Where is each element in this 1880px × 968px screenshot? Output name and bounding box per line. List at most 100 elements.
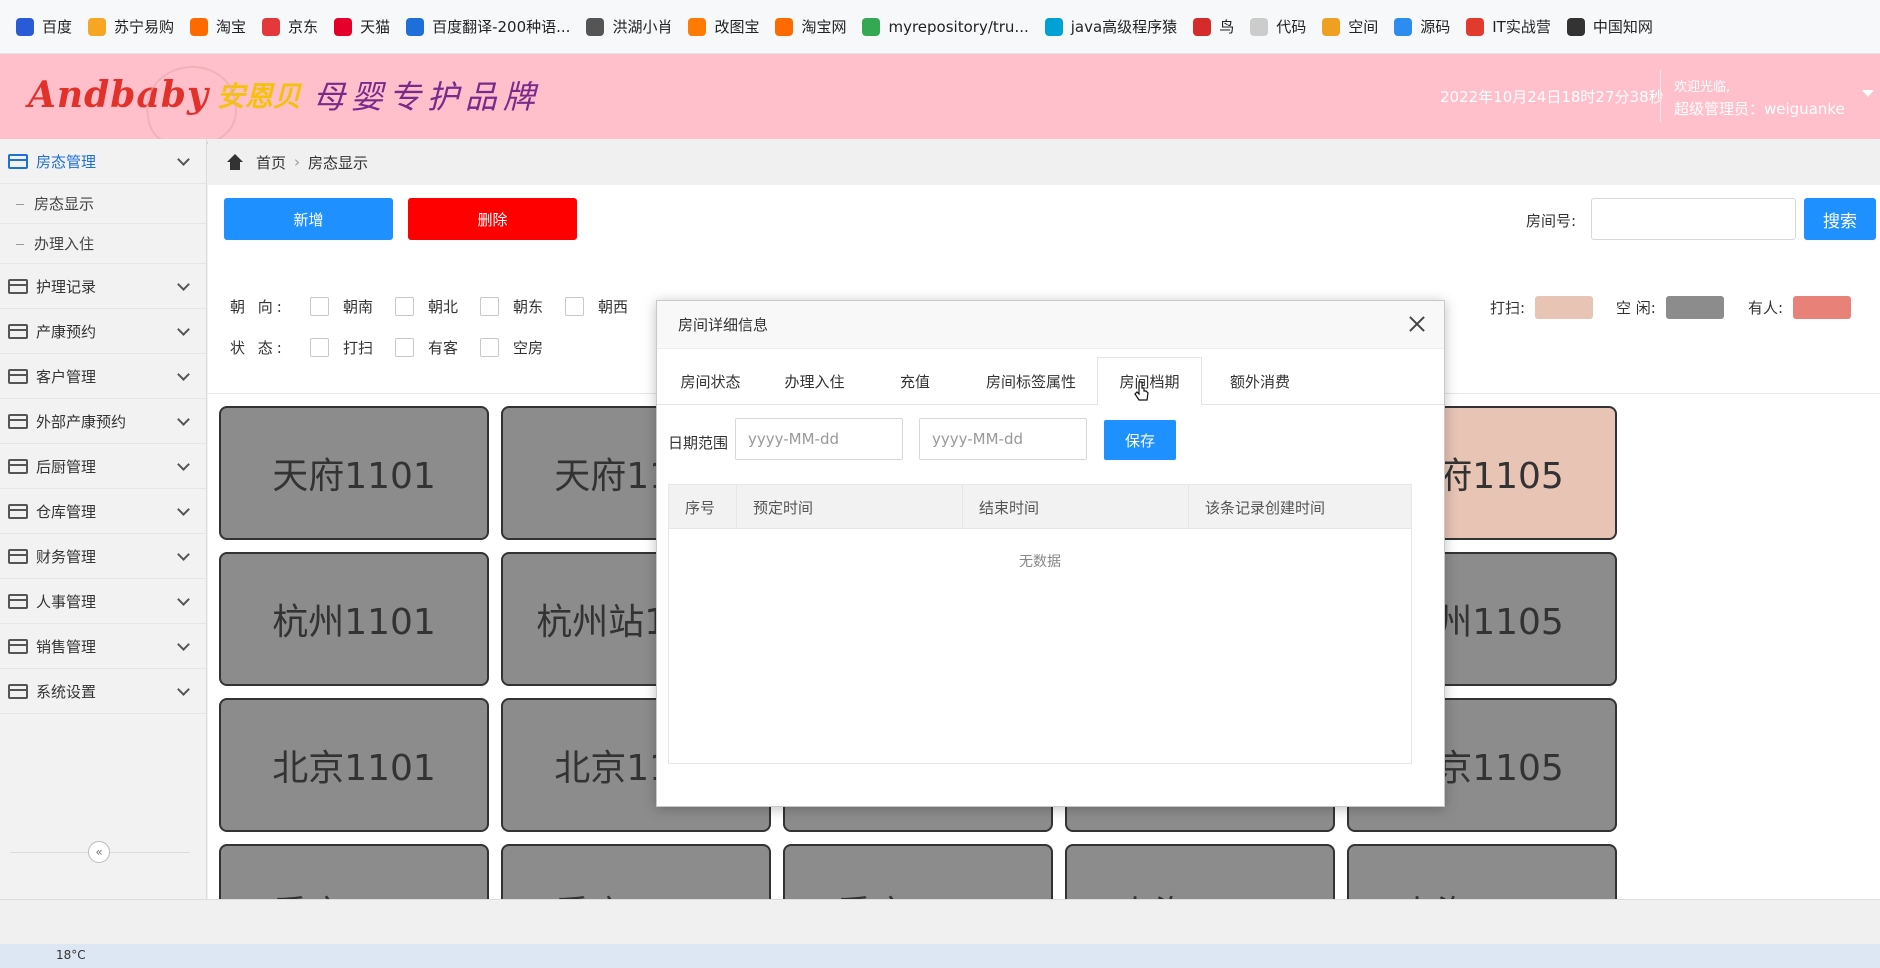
room-card[interactable]: 天府1101	[219, 406, 489, 540]
checkbox-box[interactable]	[480, 338, 500, 357]
bookmark-item[interactable]: 淘宝网	[769, 11, 856, 43]
start-date-input[interactable]: yyyy-MM-dd	[735, 418, 903, 460]
room-card[interactable]: 上海1102	[1347, 844, 1617, 899]
column-end-time: 结束时间	[963, 485, 1189, 529]
filter-checkbox[interactable]: 有客	[395, 337, 458, 358]
filter-checkbox[interactable]: 朝东	[480, 296, 543, 317]
sidebar-subitem[interactable]: 办理入住	[0, 224, 206, 264]
os-taskbar: 18°C	[0, 944, 1880, 968]
user-menu-caret-icon[interactable]	[1862, 90, 1874, 97]
filter-checkbox[interactable]: 打扫	[310, 337, 373, 358]
chevron-down-icon[interactable]	[177, 503, 190, 516]
bookmark-item[interactable]: 代码	[1244, 11, 1316, 43]
filter-checkbox[interactable]: 空房	[480, 337, 543, 358]
filter-checkbox[interactable]: 朝南	[310, 296, 373, 317]
room-card[interactable]: 重庆1103	[783, 844, 1053, 899]
sidebar-item[interactable]: 客户管理	[0, 354, 206, 399]
room-card[interactable]: 杭州1101	[219, 552, 489, 686]
breadcrumb: 首页 › 房态显示	[208, 139, 1880, 185]
sidebar-subitem[interactable]: 房态显示	[0, 184, 206, 224]
checkbox-box[interactable]	[480, 297, 500, 316]
breadcrumb-home[interactable]: 首页	[256, 152, 286, 173]
card-icon	[8, 368, 28, 384]
chevron-down-icon[interactable]	[177, 323, 190, 336]
card-icon	[8, 548, 28, 564]
room-card[interactable]: 重庆1101	[219, 844, 489, 899]
chevron-down-icon[interactable]	[177, 278, 190, 291]
sidebar-item-label: 人事管理	[36, 592, 97, 611]
room-number-input[interactable]	[1591, 198, 1796, 240]
sidebar-item[interactable]: 护理记录	[0, 264, 206, 309]
bookmark-item[interactable]: 源码	[1388, 11, 1460, 43]
bookmark-item[interactable]: 中国知网	[1561, 11, 1663, 43]
cnki-icon	[1566, 17, 1585, 36]
bookmark-item[interactable]: IT实战营	[1460, 11, 1561, 43]
sidebar-item[interactable]: 后厨管理	[0, 444, 206, 489]
admin-user[interactable]: 超级管理员：weiguanke	[1674, 98, 1845, 119]
sidebar-item[interactable]: 销售管理	[0, 624, 206, 669]
card-icon	[8, 593, 28, 609]
chevron-down-icon[interactable]	[177, 593, 190, 606]
breadcrumb-current: 房态显示	[308, 153, 369, 172]
dialog-tabs: 房间状态 办理入住 充值 房间标签属性 房间档期 额外消费	[657, 357, 1444, 406]
checkbox-box[interactable]	[395, 338, 415, 357]
bookmark-item[interactable]: 苏宁易购	[82, 11, 184, 43]
chevron-down-icon[interactable]	[177, 683, 190, 696]
dialog-tab[interactable]: 房间状态	[657, 357, 764, 405]
close-icon[interactable]	[1406, 313, 1428, 335]
sidebar-item[interactable]: 人事管理	[0, 579, 206, 624]
sidebar-item[interactable]: 外部产康预约	[0, 399, 206, 444]
room-card[interactable]: 重庆1102	[501, 844, 771, 899]
filter-checkbox[interactable]: 朝北	[395, 296, 458, 317]
collapse-sidebar-icon[interactable]: «	[88, 841, 110, 863]
bookmark-item[interactable]: 百度翻译-200种语...	[400, 11, 580, 43]
chevron-down-icon[interactable]	[177, 368, 190, 381]
sidebar-item[interactable]: 财务管理	[0, 534, 206, 579]
checkbox-box[interactable]	[310, 338, 329, 357]
chevron-down-icon[interactable]	[177, 153, 190, 166]
bookmark-label: 鸟	[1219, 18, 1235, 36]
translate-icon	[406, 17, 425, 36]
bookmark-item[interactable]: 空间	[1316, 11, 1388, 43]
sidebar-item-label: 销售管理	[36, 637, 97, 656]
legend-occupied-swatch	[1793, 296, 1852, 319]
bookmark-item[interactable]: 改图宝	[682, 11, 769, 43]
room-card[interactable]: 上海1101	[1065, 844, 1335, 899]
filter-checkbox[interactable]: 朝西	[565, 296, 628, 317]
chrome-icon	[862, 17, 881, 36]
checkbox-box[interactable]	[310, 297, 329, 316]
bookmark-item[interactable]: 鸟	[1187, 11, 1244, 43]
chevron-down-icon[interactable]	[177, 638, 190, 651]
chevron-down-icon[interactable]	[177, 458, 190, 471]
room-card[interactable]: 北京1101	[219, 698, 489, 832]
dialog-tab[interactable]: 办理入住	[764, 357, 865, 405]
checkbox-label: 朝北	[428, 298, 459, 316]
card-icon	[8, 413, 28, 429]
bookmark-item[interactable]: myrepository/tru...	[856, 11, 1038, 43]
add-button[interactable]: 新增	[224, 198, 393, 240]
sidebar-item[interactable]: 产康预约	[0, 309, 206, 354]
chevron-down-icon[interactable]	[177, 413, 190, 426]
sidebar-item[interactable]: 仓库管理	[0, 489, 206, 534]
checkbox-box[interactable]	[395, 297, 415, 316]
dialog-tab[interactable]: 额外消费	[1205, 357, 1315, 405]
bookmark-item[interactable]: 淘宝	[184, 11, 256, 43]
bookmark-item[interactable]: java高级程序猿	[1039, 11, 1187, 43]
sidebar-item[interactable]: 房态管理	[0, 139, 206, 184]
dialog-tab[interactable]: 充值	[865, 357, 965, 405]
bookmark-item[interactable]: 百度	[10, 11, 82, 43]
save-button[interactable]: 保存	[1104, 420, 1176, 460]
bookmark-item[interactable]: 京东	[256, 11, 328, 43]
dialog-tab[interactable]: 房间标签属性	[965, 357, 1097, 405]
sidebar-item[interactable]: 系统设置	[0, 669, 206, 714]
bookmark-label: 苏宁易购	[114, 18, 175, 36]
bookmark-item[interactable]: 天猫	[328, 11, 400, 43]
delete-button[interactable]: 删除	[408, 198, 577, 240]
home-icon[interactable]	[226, 154, 244, 170]
bookmark-item[interactable]: 洪湖小肖	[580, 11, 682, 43]
search-button[interactable]: 搜索	[1804, 198, 1876, 240]
end-date-input[interactable]: yyyy-MM-dd	[919, 418, 1087, 460]
checkbox-box[interactable]	[565, 297, 585, 316]
legend-free: 空 闲:	[1616, 296, 1724, 319]
chevron-down-icon[interactable]	[177, 548, 190, 561]
